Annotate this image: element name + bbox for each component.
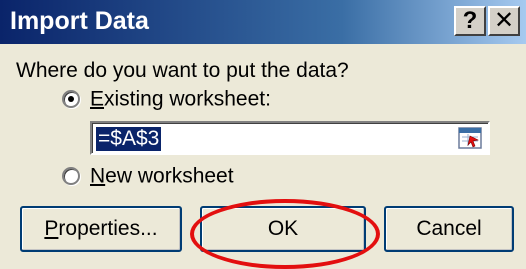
ok-highlight-annotation xyxy=(190,199,380,269)
cell-reference-value[interactable]: =$A$3 xyxy=(96,127,162,151)
import-data-dialog: Import Data ? ✕ Where do you want to put… xyxy=(0,0,526,269)
collapse-dialog-icon[interactable] xyxy=(458,127,482,149)
existing-worksheet-label: Existing worksheet: xyxy=(90,87,271,111)
properties-label: Properties... xyxy=(44,217,158,240)
radio-selected-dot xyxy=(68,96,74,103)
new-worksheet-radio[interactable] xyxy=(62,167,80,186)
new-worksheet-label: New worksheet xyxy=(90,164,234,188)
existing-worksheet-option[interactable]: Existing worksheet: xyxy=(62,87,271,111)
existing-worksheet-radio[interactable] xyxy=(62,90,80,109)
destination-prompt: Where do you want to put the data? xyxy=(16,59,349,82)
close-button[interactable]: ✕ xyxy=(488,6,520,36)
new-worksheet-option[interactable]: New worksheet xyxy=(62,164,234,188)
help-button[interactable]: ? xyxy=(454,6,486,36)
title-bar[interactable]: Import Data ? ✕ xyxy=(0,0,526,44)
dialog-title: Import Data xyxy=(10,7,149,35)
cell-reference-input[interactable]: =$A$3 xyxy=(90,121,490,155)
cancel-button[interactable]: Cancel xyxy=(384,206,514,252)
properties-button[interactable]: Properties... xyxy=(20,206,182,252)
